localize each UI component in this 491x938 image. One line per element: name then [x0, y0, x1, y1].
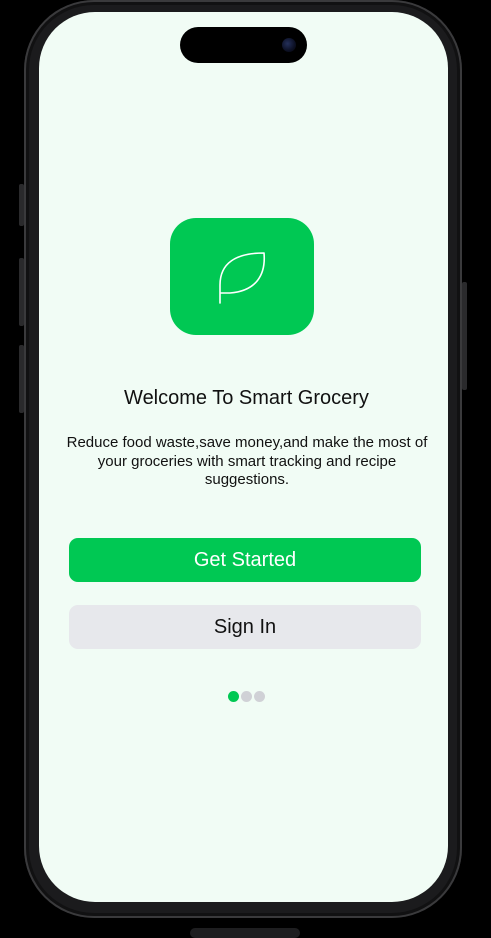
phone-screen: Welcome To Smart Grocery Reduce food was… [39, 12, 448, 902]
sign-in-button[interactable]: Sign In [69, 605, 421, 649]
get-started-button[interactable]: Get Started [69, 538, 421, 582]
volume-up-button [19, 258, 24, 326]
app-logo [170, 218, 314, 335]
page-dot-3[interactable] [254, 691, 265, 702]
dynamic-island [180, 27, 307, 63]
front-camera [282, 38, 296, 52]
action-button [19, 184, 24, 226]
page-dot-1[interactable] [228, 691, 239, 702]
power-button [462, 282, 467, 390]
leaf-icon [219, 251, 266, 304]
volume-down-button [19, 345, 24, 413]
welcome-subtitle: Reduce food waste,save money,and make th… [66, 434, 428, 488]
page-dot-2[interactable] [241, 691, 252, 702]
page-indicator [228, 691, 265, 702]
welcome-title: Welcome To Smart Grocery [124, 387, 369, 409]
phone-bottom-edge [190, 928, 300, 938]
